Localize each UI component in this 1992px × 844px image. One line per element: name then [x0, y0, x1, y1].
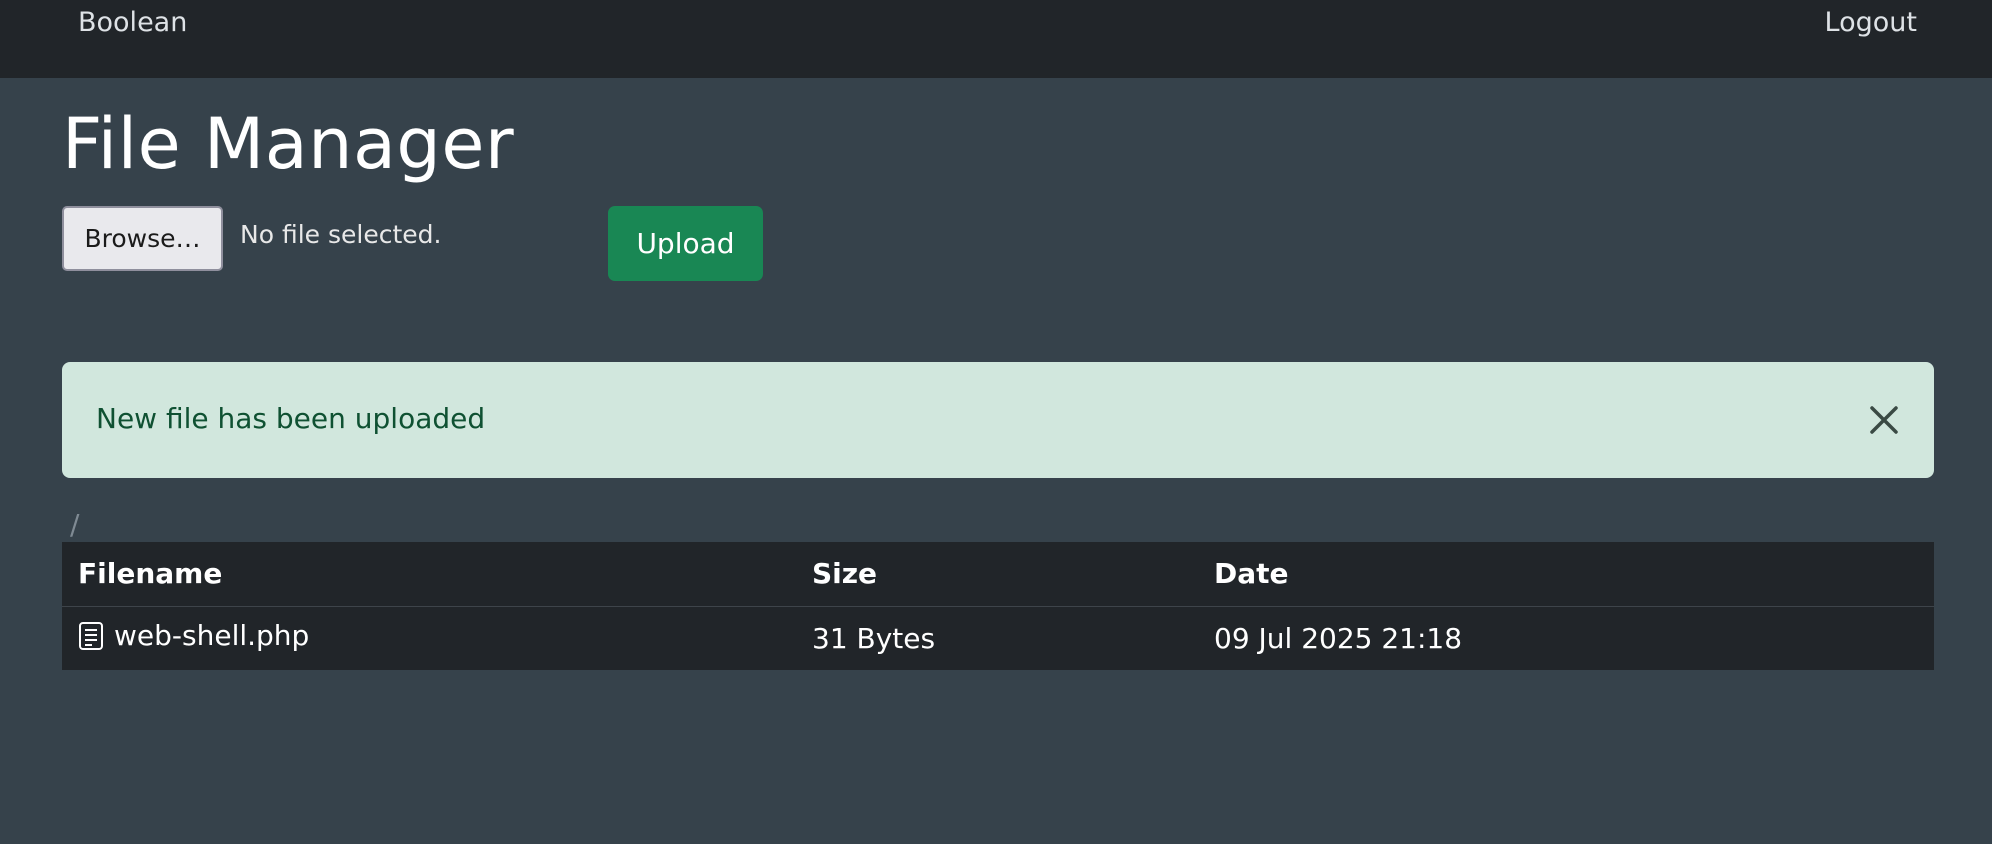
browse-file-button[interactable]: Browse…: [62, 206, 223, 271]
filename-cell: web-shell.php: [62, 606, 796, 670]
breadcrumb-path[interactable]: /: [70, 508, 79, 541]
table-header-row: Filename Size Date: [62, 542, 1934, 607]
alert-message: New file has been uploaded: [96, 402, 486, 435]
close-icon[interactable]: [1860, 396, 1908, 444]
size-cell: 31 Bytes: [812, 621, 936, 655]
navbar-brand-link[interactable]: Boolean: [78, 7, 187, 38]
upload-button[interactable]: Upload: [608, 206, 763, 281]
breadcrumb: /: [70, 508, 79, 541]
file-selection-status: No file selected.: [240, 220, 442, 249]
date-cell: 09 Jul 2025 21:18: [1214, 621, 1463, 655]
file-text-icon: [78, 621, 104, 651]
file-table: Filename Size Date web-shell.php 31 Byte…: [62, 542, 1934, 670]
filename-text: web-shell.php: [114, 619, 310, 652]
page-title: File Manager: [62, 103, 515, 185]
column-header-filename: Filename: [62, 542, 796, 607]
table-row: web-shell.php 31 Bytes 09 Jul 2025 21:18: [62, 606, 1934, 670]
top-navbar: Boolean Logout: [0, 0, 1992, 78]
main-container: File Manager Browse… No file selected. U…: [62, 78, 1934, 670]
column-header-date: Date: [1198, 542, 1934, 607]
upload-form: Browse… No file selected. Upload: [62, 206, 1934, 296]
logout-link[interactable]: Logout: [1825, 7, 1917, 38]
upload-success-alert: New file has been uploaded: [62, 362, 1934, 478]
column-header-size: Size: [796, 542, 1198, 607]
file-link[interactable]: web-shell.php: [78, 619, 309, 652]
